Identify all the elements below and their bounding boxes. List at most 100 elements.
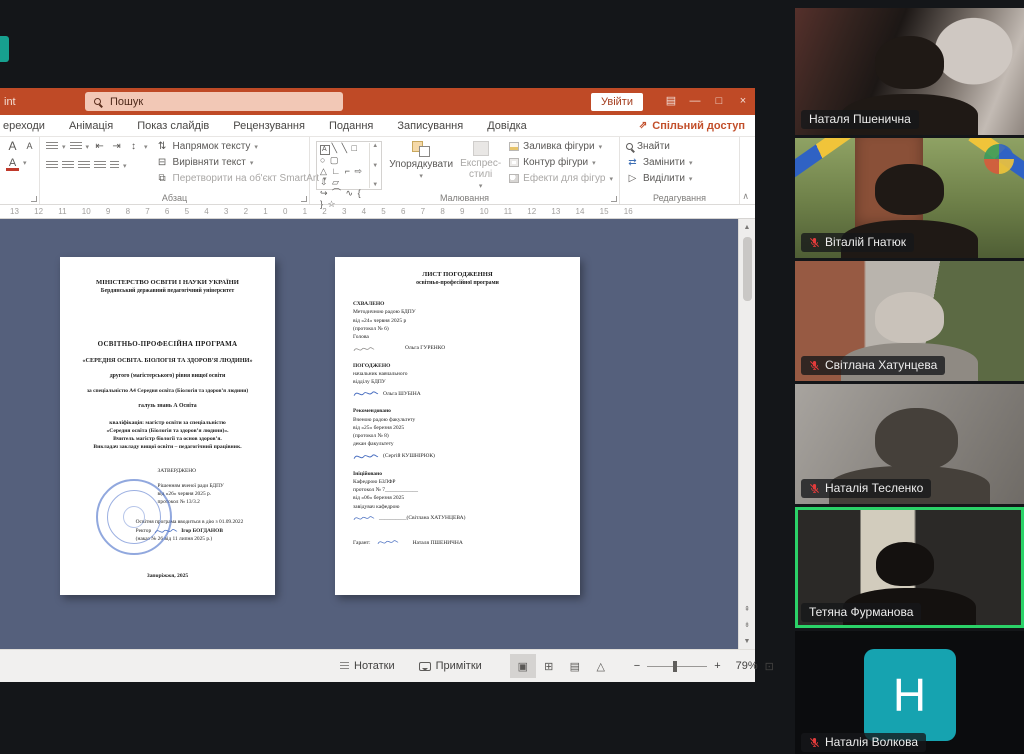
participant-tile[interactable]: Н Наталія Волкова <box>795 631 1024 754</box>
tab-review[interactable]: Рецензування <box>221 120 317 132</box>
close-icon[interactable]: × <box>731 88 755 115</box>
scrollbar-thumb[interactable] <box>743 237 752 301</box>
doc-line: Бердянський державний педагогічний уніве… <box>68 288 267 294</box>
slide-sorter-icon[interactable]: ⊞ <box>536 654 562 678</box>
shapes-row[interactable]: △ ∟ ⌐ ⇨ ⇩ ▱ <box>320 166 365 188</box>
doc-line: (Сергій КУШНІРЮК) <box>383 452 435 460</box>
chevron-down-icon[interactable]: ▾ <box>86 143 90 151</box>
chevron-down-icon[interactable]: ▾ <box>123 162 127 170</box>
name-tag: Тетяна Фурманова <box>801 603 921 622</box>
share-button[interactable]: ⇗ Спільний доступ <box>639 120 745 132</box>
doc-line: Вченою радою факультету <box>353 416 562 424</box>
shrink-font-icon[interactable]: A <box>23 141 36 151</box>
restore-icon[interactable]: □ <box>707 88 731 115</box>
notes-button[interactable]: Нотатки <box>330 660 405 672</box>
zoom-slider[interactable] <box>647 666 707 667</box>
fit-to-window-icon[interactable]: ⊡ <box>765 660 774 673</box>
text-direction-label: Напрямок тексту <box>173 141 251 152</box>
zoom-slider-handle[interactable] <box>673 661 677 672</box>
dialog-launcher-icon[interactable] <box>611 196 617 202</box>
participant-name: Віталій Гнатюк <box>825 235 906 249</box>
participant-tile[interactable]: Віталій Гнатюк <box>795 138 1024 258</box>
find-button[interactable]: Знайти <box>626 141 693 152</box>
document-approval-page[interactable]: ЛИСТ ПОГОДЖЕННЯ освітньо-професійної про… <box>335 257 580 595</box>
text-direction-button[interactable]: ⇅ Напрямок тексту ▾ <box>156 141 327 152</box>
tab-recording[interactable]: Записування <box>385 120 475 132</box>
participant-tile[interactable]: Світлана Хатунцева <box>795 261 1024 381</box>
ribbon-display-options-icon[interactable]: ▤ <box>659 88 683 115</box>
tab-slideshow[interactable]: Показ слайдів <box>125 120 221 132</box>
gallery-more-icon[interactable]: ▼ <box>372 182 378 188</box>
document-title-page[interactable]: МІНІСТЕРСТВО ОСВІТИ І НАУКИ УКРАЇНИ Берд… <box>60 257 275 595</box>
tab-view[interactable]: Подання <box>317 120 385 132</box>
notes-icon <box>340 662 349 671</box>
zoom-out-icon[interactable]: − <box>634 660 640 672</box>
next-slide-icon[interactable]: ⇟ <box>739 617 756 633</box>
smartart-button[interactable]: ⧉ Перетворити на об'єкт SmartArt ▾ <box>156 173 327 184</box>
tab-help[interactable]: Довідка <box>475 120 539 132</box>
notes-label: Нотатки <box>354 660 395 672</box>
decrease-indent-icon[interactable]: ⇤ <box>93 141 106 152</box>
chevron-down-icon[interactable]: ▾ <box>144 143 148 151</box>
participant-name: Світлана Хатунцева <box>825 358 937 372</box>
normal-view-icon[interactable]: ▣ <box>510 654 536 678</box>
replace-button[interactable]: ⇄ Замінити ▾ <box>626 157 693 168</box>
zoom-in-icon[interactable]: + <box>714 660 720 672</box>
align-right-icon[interactable] <box>78 161 90 170</box>
muted-mic-icon <box>809 237 820 248</box>
increase-indent-icon[interactable]: ⇥ <box>110 141 123 152</box>
doc-line: «СЕРЕДНЯ ОСВІТА. БІОЛОГІЯ ТА ЗДОРОВ’Я ЛЮ… <box>68 357 267 364</box>
gallery-down-icon[interactable]: ▼ <box>372 163 378 169</box>
search-input[interactable] <box>108 95 343 109</box>
signature <box>353 345 375 353</box>
arrange-label: Упорядкувати <box>389 159 453 170</box>
doc-line: Голова <box>353 333 562 341</box>
bullets-icon[interactable] <box>46 142 58 151</box>
columns-icon[interactable] <box>110 161 119 170</box>
scroll-up-icon[interactable]: ▲ <box>739 219 756 235</box>
slide-canvas[interactable]: МІНІСТЕРСТВО ОСВІТИ І НАУКИ УКРАЇНИ Берд… <box>0 219 755 649</box>
collapse-ribbon-icon[interactable]: ∧ <box>742 191 749 202</box>
text-box-icon[interactable]: A <box>320 145 330 155</box>
search-box[interactable] <box>85 92 343 111</box>
comments-button[interactable]: Примітки <box>409 660 492 672</box>
dialog-launcher-icon[interactable] <box>31 196 37 202</box>
dialog-launcher-icon[interactable] <box>301 196 307 202</box>
scroll-down-icon[interactable]: ▼ <box>739 633 756 649</box>
chevron-down-icon[interactable]: ▾ <box>23 159 27 167</box>
previous-slide-icon[interactable]: ⇞ <box>739 601 756 617</box>
participant-tile[interactable]: Наталя Пшенична <box>795 8 1024 135</box>
align-text-button[interactable]: ⊟ Вирівняти текст ▾ <box>156 157 327 168</box>
shape-fill-button[interactable]: Заливка фігури ▾ <box>509 141 613 152</box>
arrange-button[interactable]: Упорядкувати ▾ <box>390 141 452 190</box>
align-left-icon[interactable] <box>46 161 58 170</box>
shape-outline-button[interactable]: Контур фігури ▾ <box>509 157 613 168</box>
tab-animation[interactable]: Анімація <box>57 120 125 132</box>
grow-font-icon[interactable]: A <box>6 141 19 151</box>
gallery-up-icon[interactable]: ▲ <box>372 143 378 149</box>
drawing-group-label: Малювання <box>310 193 619 203</box>
doc-line: від «24» червня 2025 р <box>353 317 562 325</box>
chevron-down-icon[interactable]: ▾ <box>62 143 66 151</box>
signature <box>377 538 399 546</box>
justify-icon[interactable] <box>94 161 106 170</box>
participant-tile-active-speaker[interactable]: Тетяна Фурманова <box>795 507 1024 628</box>
line-spacing-icon[interactable]: ↕ <box>127 141 140 152</box>
slideshow-icon[interactable]: △ <box>588 654 614 678</box>
screen-edge-indicator[interactable] <box>0 36 9 62</box>
shape-effects-button[interactable]: Ефекти для фігур ▾ <box>509 173 613 184</box>
participant-tile[interactable]: Наталія Тесленко <box>795 384 1024 504</box>
tab-perekhody[interactable]: ереходи <box>0 120 57 132</box>
quick-styles-button[interactable]: Експрес-стилі ▾ <box>460 141 501 190</box>
font-color-icon[interactable]: A <box>6 158 19 168</box>
minimize-icon[interactable]: — <box>683 88 707 115</box>
name-tag: Наталія Волкова <box>801 733 926 752</box>
shapes-gallery[interactable]: A╲ ╲ □ ○ ▢ △ ∟ ⌐ ⇨ ⇩ ▱ ↪ ⌒ ∿ { } ☆ ▲ ▼ ▼ <box>316 141 382 190</box>
numbering-icon[interactable] <box>70 142 82 151</box>
video-thumbnail <box>875 292 944 342</box>
sign-in-button[interactable]: Увійти <box>591 93 643 111</box>
reading-view-icon[interactable]: ▤ <box>562 654 588 678</box>
select-button[interactable]: ▷ Виділити ▾ <box>626 173 693 184</box>
vertical-scrollbar[interactable]: ▲ ⇞ ⇟ ▼ <box>738 219 755 649</box>
align-center-icon[interactable] <box>62 161 74 170</box>
